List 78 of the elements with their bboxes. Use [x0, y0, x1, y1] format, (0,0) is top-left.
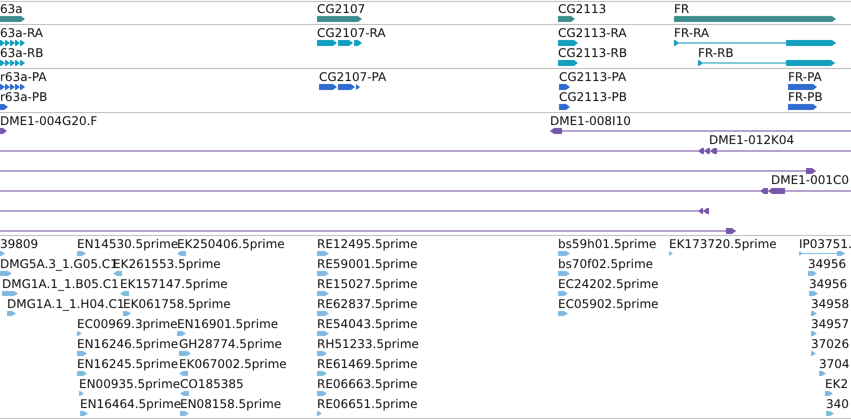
- feature-label: DMG1A.1_1.H04.C1: [7, 297, 125, 311]
- feature-label: EK157147.5prime: [120, 277, 228, 291]
- transcript-glyph: [0, 40, 25, 46]
- feature-label: RE59001.5prime: [317, 257, 418, 271]
- feature-label: DME1-008I10: [550, 114, 631, 128]
- feature-label: EK061758.5prime: [123, 297, 231, 311]
- protein-glyph: [559, 104, 570, 110]
- protein-glyph: [0, 104, 8, 110]
- protein-glyph: [788, 104, 817, 110]
- feature-label: DME1-001C0: [771, 173, 850, 187]
- protein-glyph: [0, 84, 25, 90]
- feature-label: 34956: [809, 277, 848, 291]
- feature-label: r63a-PB: [0, 90, 48, 104]
- transcript-glyph: [558, 60, 578, 66]
- feature-label: EN16246.5prime: [77, 337, 178, 351]
- feature-label: EN16464.5prime: [80, 397, 182, 411]
- feature-label: 34957: [811, 317, 850, 331]
- feature-label: CG2113-RB: [558, 46, 628, 60]
- feature-label: FR-RB: [698, 46, 734, 60]
- feature-label: FR-RA: [674, 26, 710, 40]
- feature-label: RE06663.5prime: [317, 377, 418, 391]
- feature-label: CG2113-PA: [559, 70, 626, 84]
- feature-label: 34958: [811, 297, 850, 311]
- transcript-glyph: [558, 40, 578, 46]
- feature-label: r63a-PA: [0, 70, 47, 84]
- feature-label: EN08158.5prime: [180, 397, 282, 411]
- feature-label: FR-PB: [788, 90, 823, 104]
- feature-label: CG2113: [558, 2, 606, 16]
- feature-label: EN16901.5prime: [177, 317, 278, 331]
- feature-label: IP03751.: [799, 237, 851, 251]
- feature-label: CG2107: [317, 2, 366, 16]
- gene-glyph: [317, 16, 362, 22]
- feature-label: EC24202.5prime: [558, 277, 659, 291]
- feature-label: bs59h01.5prime: [558, 237, 656, 251]
- feature-label: EK067002.5prime: [179, 357, 287, 371]
- gene-glyph: [558, 16, 575, 22]
- feature-label: RE62837.5prime: [317, 297, 418, 311]
- feature-label: FR-PA: [788, 70, 822, 84]
- feature-label: CG2107-RA: [317, 26, 386, 40]
- feature-label: DMG1A.1_1.B05.C1: [2, 277, 119, 291]
- feature-label: 63a-RA: [0, 26, 44, 40]
- feature-label: 37026: [811, 337, 850, 351]
- feature-label: CG2107-PA: [319, 70, 386, 84]
- feature-label: EN16245.5prime: [77, 357, 178, 371]
- transcript-glyph: [0, 60, 25, 66]
- feature-label: RE54043.5prime: [317, 317, 418, 331]
- feature-label: CO185385: [180, 377, 244, 391]
- feature-label: EN00935.5prime: [79, 377, 180, 391]
- feature-label: GH28774.5prime: [179, 337, 282, 351]
- feature-label: 34956: [808, 257, 846, 271]
- protein-glyph: [319, 84, 360, 90]
- feature-label: RE15027.5prime: [317, 277, 418, 291]
- feature-label: EC05902.5prime: [558, 297, 659, 311]
- feature-label: RE06651.5prime: [317, 397, 418, 411]
- transcript-glyph: [317, 40, 362, 46]
- feature-label: CG2113-PB: [559, 90, 628, 104]
- feature-label: EK2: [825, 377, 848, 391]
- feature-label: EN14530.5prime: [77, 237, 178, 251]
- feature-label: RH51233.5prime: [317, 337, 419, 351]
- feature-label: 63a: [0, 2, 23, 16]
- feature-label: 39809: [0, 237, 38, 251]
- feature-label: EK261553.5prime: [113, 257, 221, 271]
- feature-label: 340: [826, 397, 849, 411]
- feature-label: RE61469.5prime: [317, 357, 418, 371]
- feature-label: DME1-004G20.F: [0, 114, 98, 128]
- feature-label: 63a-RB: [0, 46, 44, 60]
- feature-label: bs70f02.5prime: [558, 257, 654, 271]
- feature-label: FR: [674, 2, 690, 16]
- feature-label: RE12495.5prime: [317, 237, 418, 251]
- feature-label: EK250406.5prime: [177, 237, 285, 251]
- protein-glyph: [788, 84, 817, 90]
- feature-label: 3704: [819, 357, 850, 371]
- gene-glyph: [0, 16, 25, 22]
- protein-glyph: [559, 84, 570, 90]
- feature-label: EK173720.5prime: [669, 237, 777, 251]
- feature-label: CG2113-RA: [558, 26, 627, 40]
- feature-label: EC00969.3prime: [77, 317, 178, 331]
- feature-label: DME1-012K04: [709, 133, 794, 147]
